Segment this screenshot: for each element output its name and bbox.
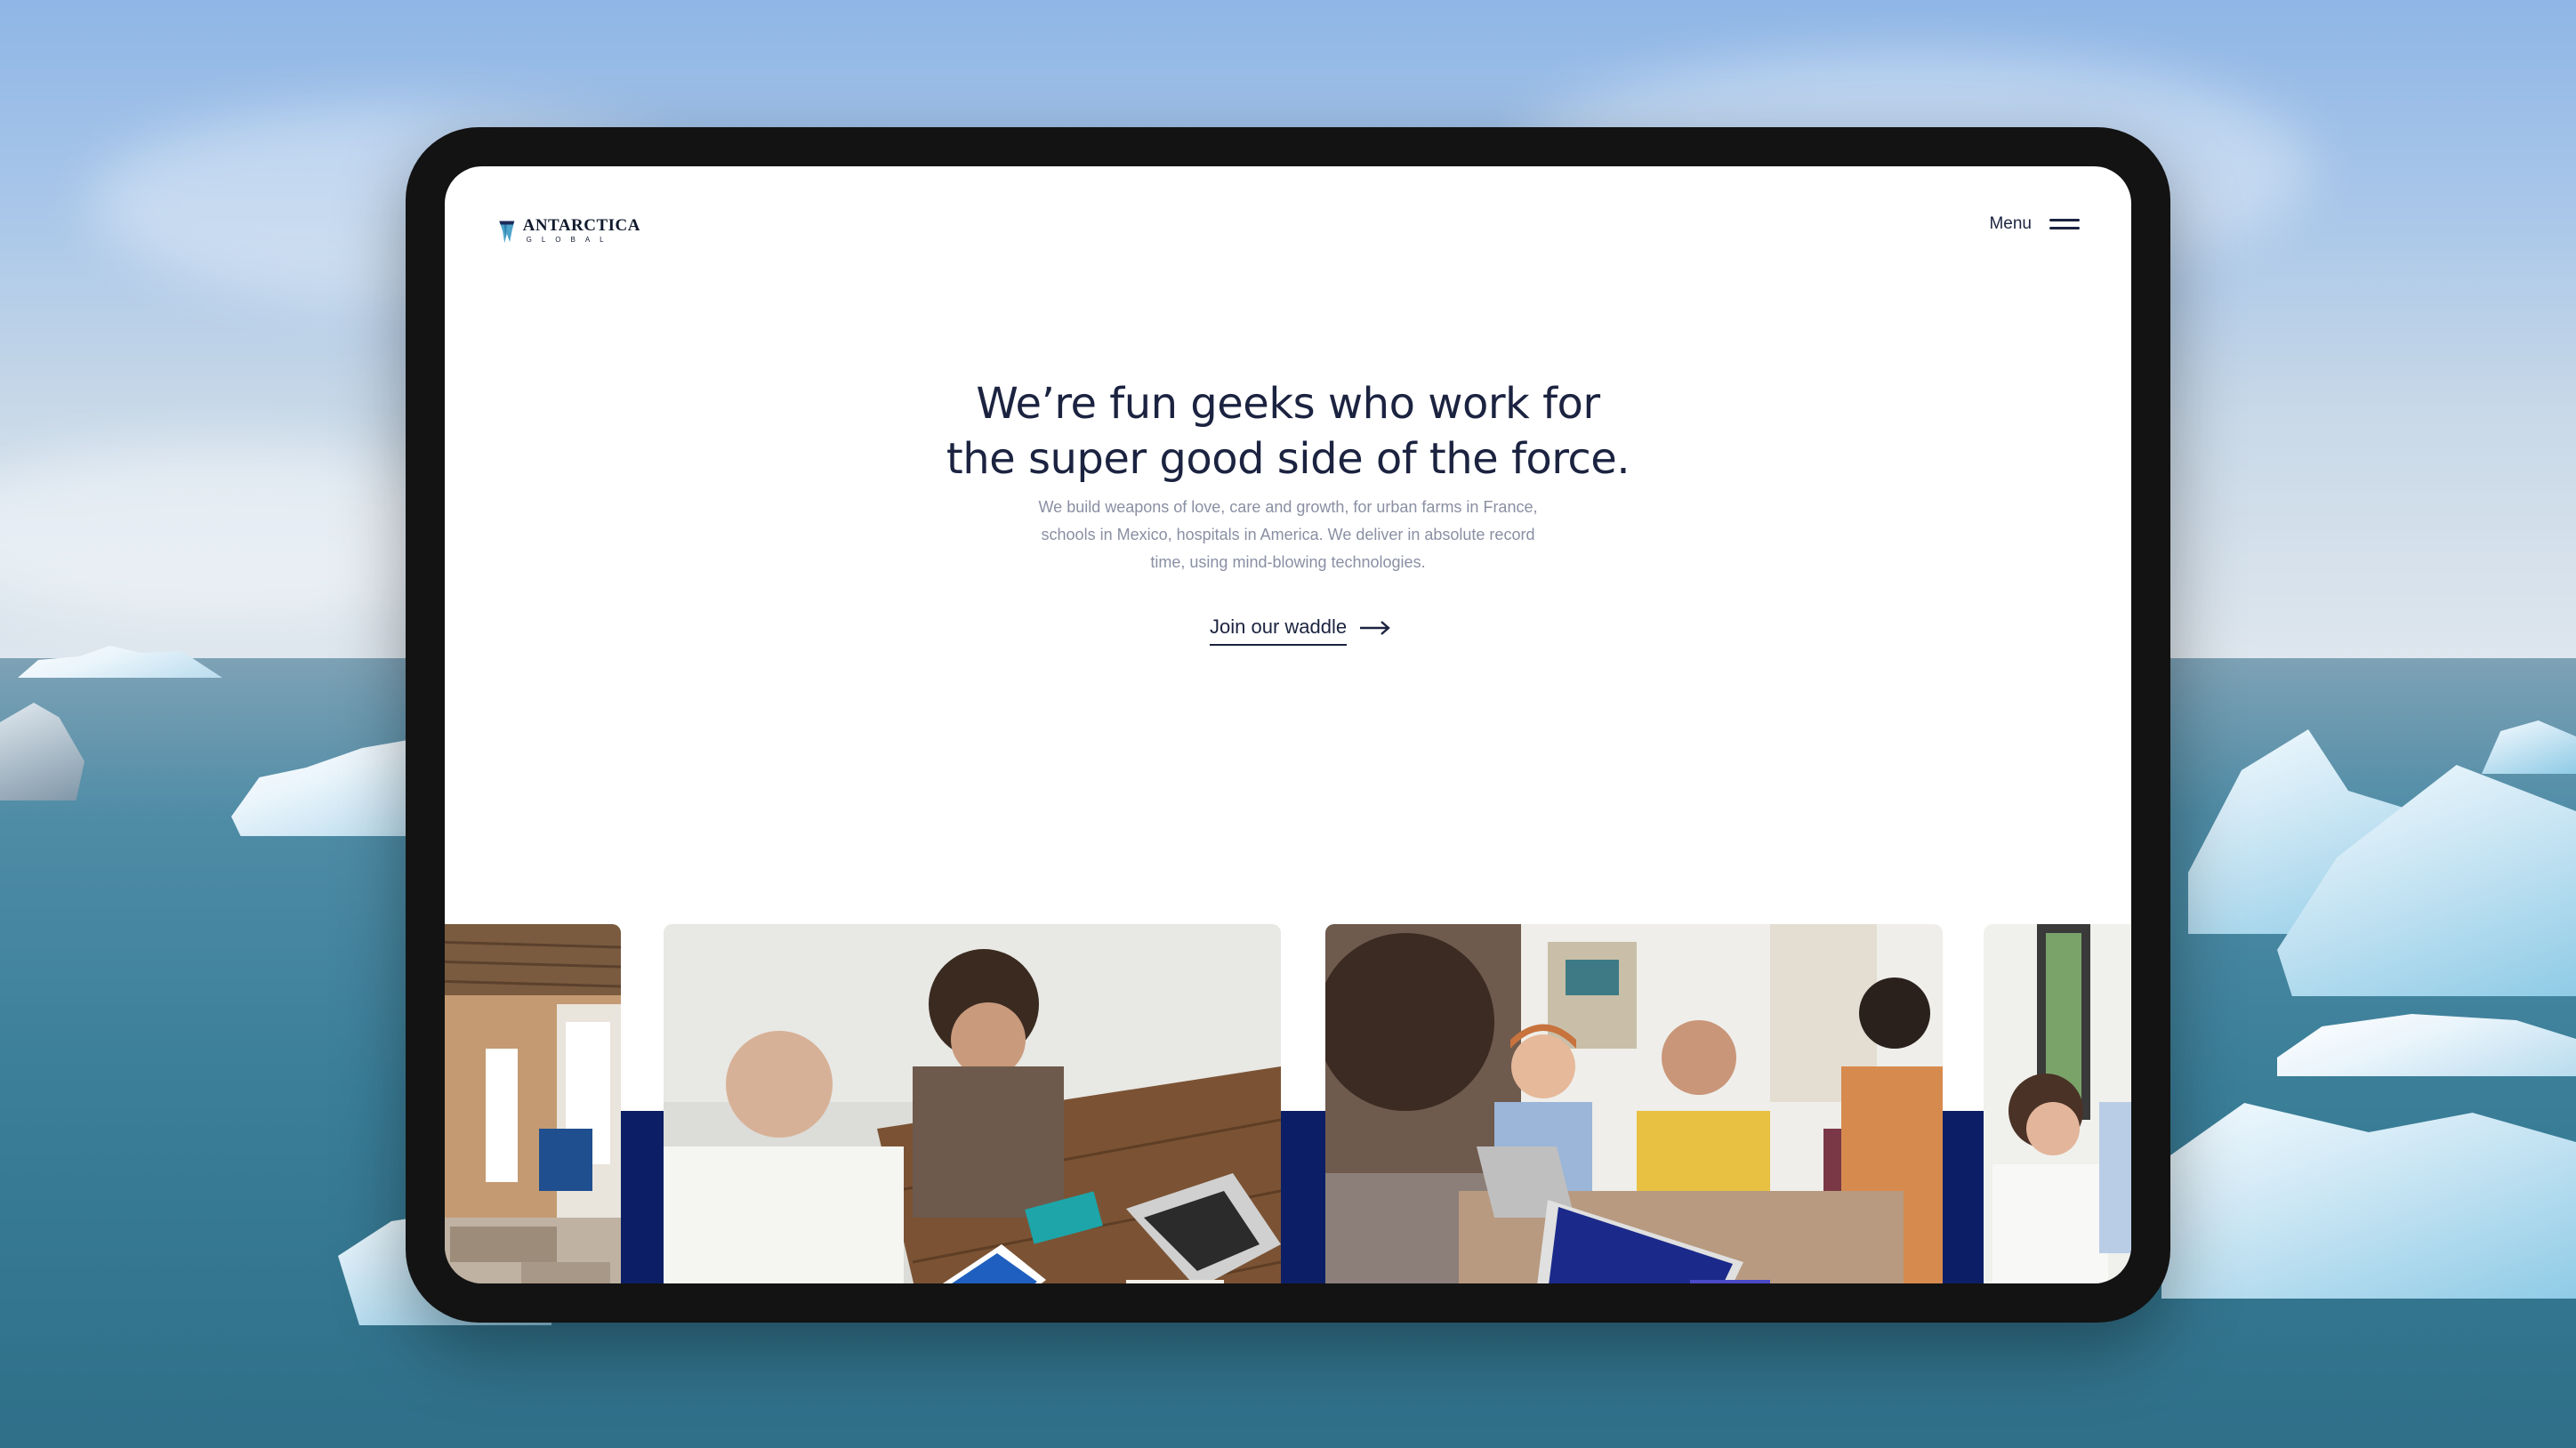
tablet-device: ANTARCTICA GLOBAL Menu We’re fun geeks w… — [406, 127, 2170, 1323]
menu-label: Menu — [1989, 214, 2032, 233]
gallery-photo-woman-laptop[interactable] — [1984, 924, 2131, 1283]
menu-icon — [2049, 217, 2080, 231]
hero-subtitle: We build weapons of love, care and growt… — [977, 494, 1599, 576]
logo-word: ANTARCTICA — [522, 216, 640, 235]
hero-subtitle-line: We build weapons of love, care and growt… — [1038, 498, 1538, 516]
hero-title: We’re fun geeks who work for the super g… — [843, 376, 1733, 487]
office-image — [445, 924, 621, 1283]
arrow-right-icon — [1360, 621, 1390, 635]
gallery-photo-coworkers[interactable] — [664, 924, 1281, 1283]
iceberg — [2161, 1103, 2576, 1299]
tablet-screen: ANTARCTICA GLOBAL Menu We’re fun geeks w… — [445, 166, 2131, 1283]
logo-mark-icon — [499, 221, 515, 244]
woman-laptop-image — [1984, 924, 2131, 1283]
gallery-photo-office[interactable] — [445, 924, 621, 1283]
logo-text: ANTARCTICA GLOBAL — [523, 217, 640, 244]
coworkers-image — [664, 924, 1281, 1283]
logo[interactable]: ANTARCTICA GLOBAL — [498, 205, 640, 255]
hero-title-line: the super good side of the force. — [946, 434, 1630, 484]
hero-subtitle-line: schools in Mexico, hospitals in America.… — [1041, 526, 1535, 543]
team-meeting-image — [1325, 924, 1943, 1283]
join-waddle-link[interactable]: Join our waddle — [1210, 615, 1391, 646]
hero-subtitle-line: time, using mind-blowing technologies. — [1150, 553, 1426, 571]
hero-title-line: We’re fun geeks who work for — [976, 379, 1600, 429]
menu-button[interactable]: Menu — [1989, 214, 2080, 234]
cta-label: Join our waddle — [1210, 615, 1348, 646]
gallery-photo-team-meeting[interactable] — [1325, 924, 1943, 1283]
logo-subtitle: GLOBAL — [526, 236, 614, 244]
